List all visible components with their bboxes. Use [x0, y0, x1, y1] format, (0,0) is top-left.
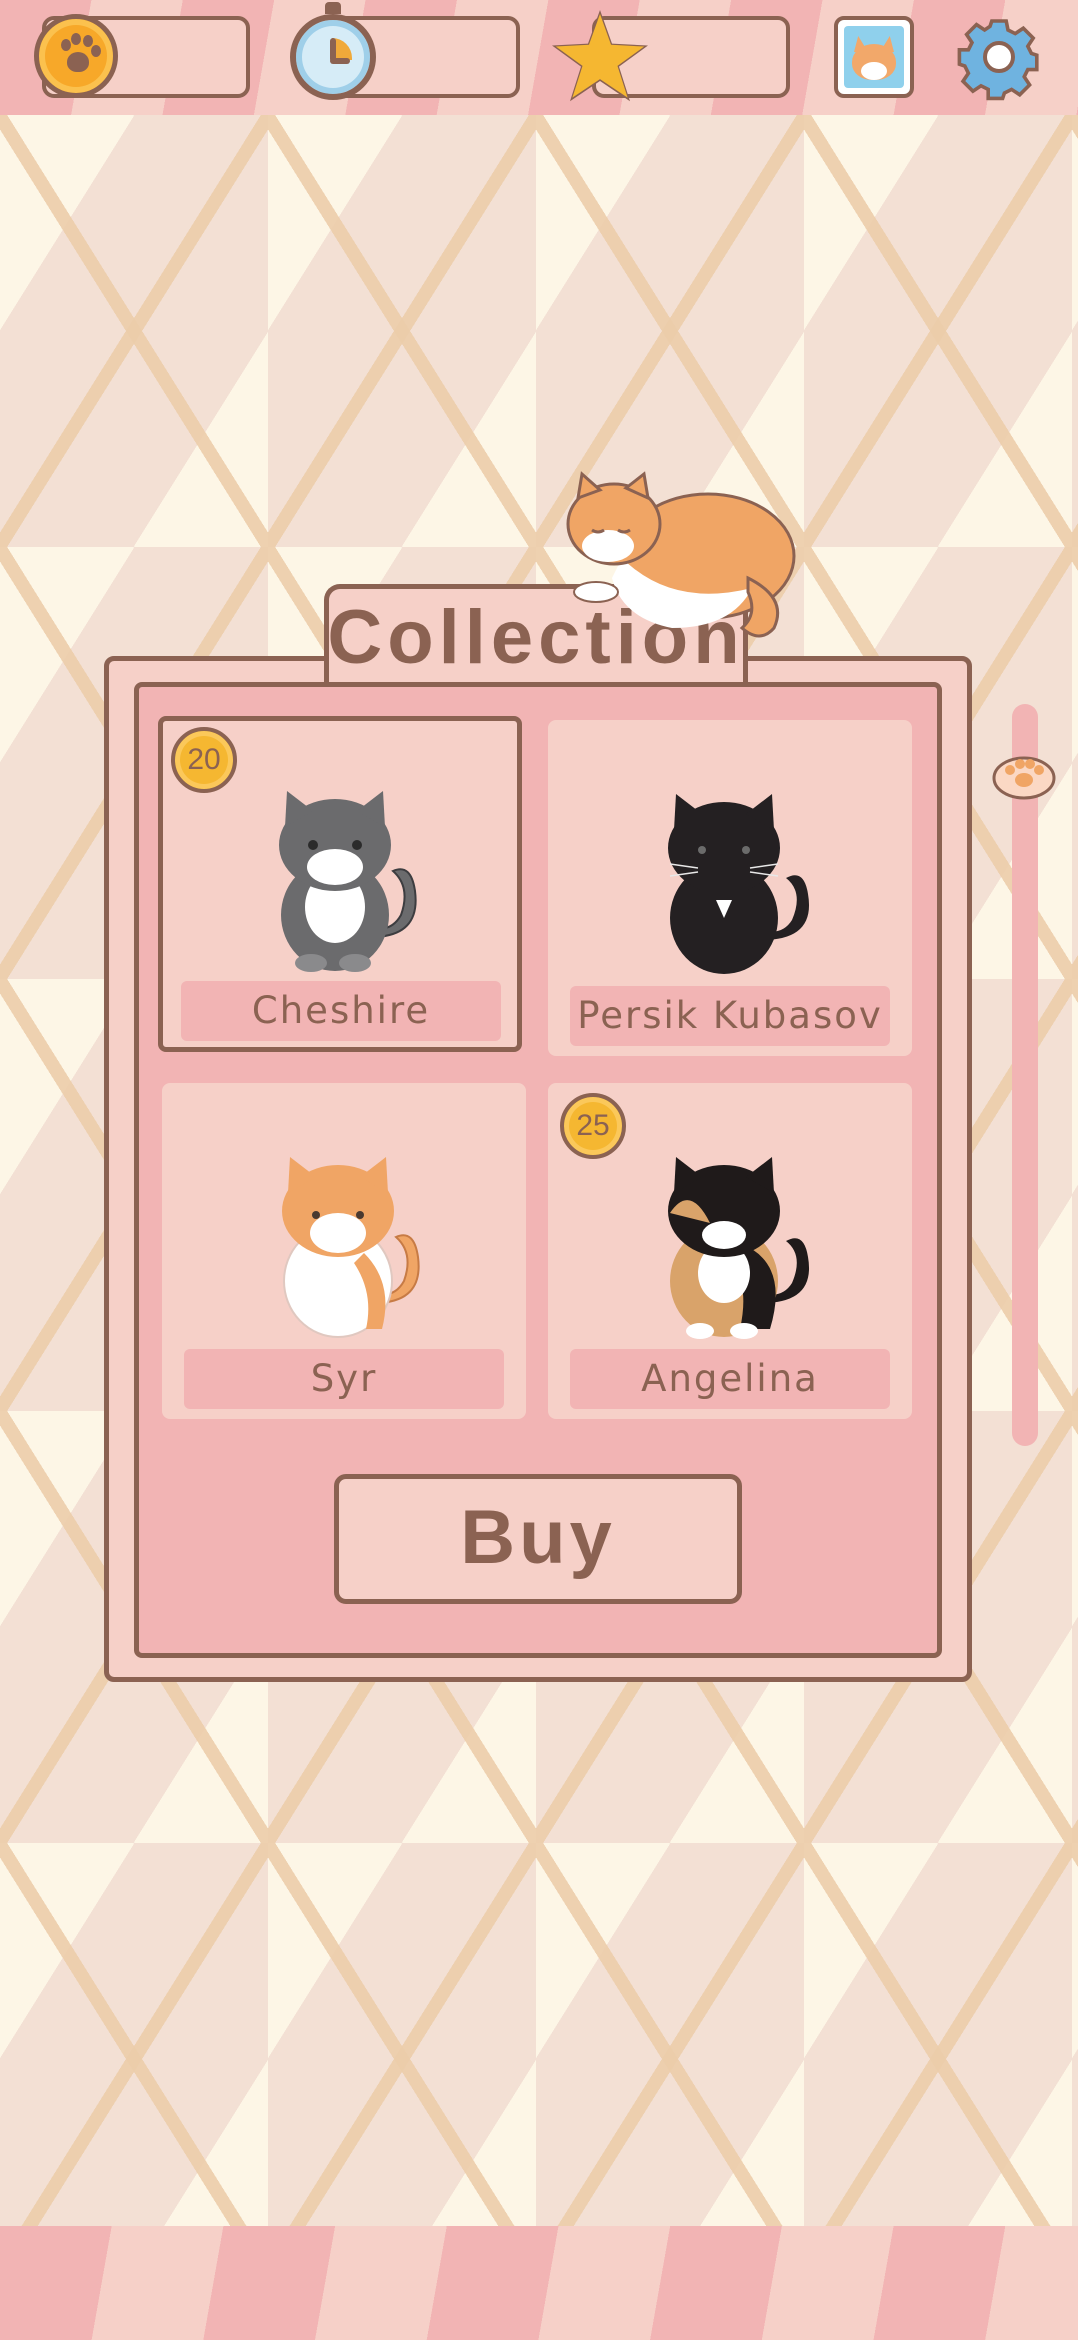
gray-cat-image: [279, 791, 417, 972]
cat-name-label: Persik Kubasov: [570, 986, 890, 1046]
buy-button[interactable]: Buy: [334, 1474, 742, 1604]
paw-coin-icon: [34, 14, 118, 98]
price-badge: 25: [560, 1093, 626, 1159]
settings-button[interactable]: [954, 12, 1044, 102]
cat-card-syr[interactable]: Syr: [162, 1083, 526, 1419]
stopwatch-icon: [290, 2, 376, 100]
black-cat-image: [668, 794, 810, 974]
cat-name-label: Angelina: [570, 1349, 890, 1409]
cat-card-persik-kubasov[interactable]: Persik Kubasov: [548, 720, 912, 1056]
gear-icon: [957, 19, 1039, 101]
cat-name-label: Cheshire: [181, 981, 501, 1041]
calico-cat-image: [668, 1157, 810, 1339]
cat-card-cheshire[interactable]: 20 Cheshire: [158, 716, 522, 1052]
cat-card-angelina[interactable]: 25 Angelina: [548, 1083, 912, 1419]
ginger-white-cat-image: [282, 1157, 420, 1338]
cat-photo-icon: [844, 26, 904, 88]
bottom-decoration-strip: [0, 2226, 1078, 2340]
cat-photo-button[interactable]: [834, 16, 914, 98]
cat-name-label: Syr: [184, 1349, 504, 1409]
paw-icon[interactable]: [990, 744, 1058, 800]
price-badge: 20: [171, 727, 237, 793]
sleeping-cat-decoration: [566, 471, 796, 638]
top-bar: [0, 0, 1078, 115]
collection-scrollbar[interactable]: [1012, 704, 1038, 1446]
